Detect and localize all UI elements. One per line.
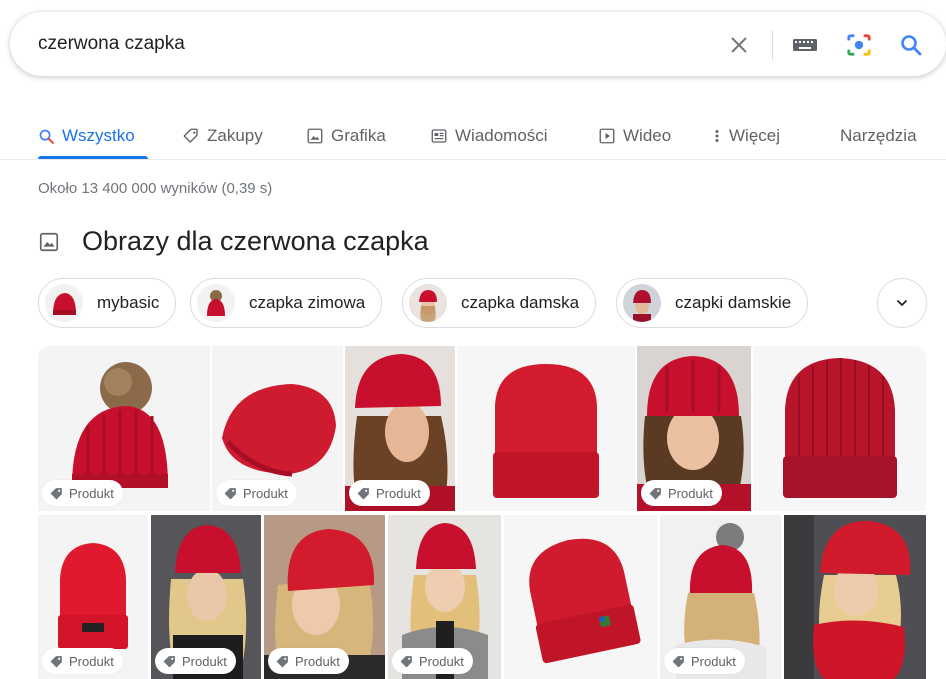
badge-label: Produkt <box>691 653 736 669</box>
image-result[interactable]: Produkt <box>212 346 343 511</box>
image-result[interactable] <box>784 515 926 679</box>
keyboard-icon[interactable] <box>792 32 818 58</box>
tab-label: Grafika <box>331 126 386 145</box>
chip-czapki-damskie[interactable]: czapki damskie <box>616 278 809 328</box>
tab-news[interactable]: Wiadomości <box>430 118 548 154</box>
image-result[interactable]: Produkt <box>38 346 210 511</box>
chip-thumbnail <box>623 284 661 322</box>
search-icon <box>39 129 54 144</box>
badge-label: Produkt <box>69 653 114 669</box>
product-badge: Produkt <box>349 480 430 506</box>
chip-mybasic[interactable]: mybasic <box>38 278 177 328</box>
tab-label: Wszystko <box>62 126 135 145</box>
tag-icon <box>183 128 198 143</box>
tag-icon <box>672 655 684 667</box>
chip-label: mybasic <box>97 293 160 312</box>
images-heading: Obrazy dla czerwona czapka <box>82 226 429 256</box>
tab-label: Wiadomości <box>455 126 548 145</box>
tag-icon <box>276 655 288 667</box>
tag-icon <box>50 487 62 499</box>
product-badge: Produkt <box>392 648 473 674</box>
tab-shopping[interactable]: Zakupy <box>182 118 263 154</box>
tag-icon <box>357 487 369 499</box>
image-result[interactable]: Produkt <box>637 346 751 511</box>
images-section-header[interactable]: Obrazy dla czerwona czapka <box>38 226 429 257</box>
image-result[interactable] <box>753 346 926 511</box>
tools-label: Narzędzia <box>840 126 917 145</box>
chip-thumbnail <box>409 284 447 322</box>
tag-icon <box>163 655 175 667</box>
search-bar[interactable]: czerwona czapka <box>10 12 946 76</box>
chip-label: czapki damskie <box>675 293 792 312</box>
beanie-image <box>457 346 635 511</box>
product-badge: Produkt <box>641 480 722 506</box>
active-tab-indicator <box>38 156 148 159</box>
tag-icon <box>50 655 62 667</box>
ribbed-beanie-image <box>753 346 926 511</box>
product-badge: Produkt <box>268 648 349 674</box>
chip-thumbnail <box>197 284 235 322</box>
news-icon <box>431 129 447 143</box>
tilted-beanie-image <box>504 515 657 679</box>
chip-czapka-damska[interactable]: czapka damska <box>402 278 597 328</box>
image-result[interactable]: Produkt <box>345 346 455 511</box>
search-input[interactable]: czerwona czapka <box>38 33 185 55</box>
image-icon <box>307 128 323 144</box>
image-result[interactable]: Produkt <box>264 515 385 679</box>
badge-label: Produkt <box>69 485 114 501</box>
chip-thumbnail <box>45 284 83 322</box>
badge-label: Produkt <box>182 653 227 669</box>
product-badge: Produkt <box>664 648 745 674</box>
tab-videos[interactable]: Wideo <box>598 118 671 154</box>
chips-expand-button[interactable] <box>877 278 927 328</box>
search-bar-divider <box>772 30 773 60</box>
tab-label: Wideo <box>623 126 672 145</box>
more-vert-icon <box>715 130 719 142</box>
tag-icon <box>649 487 661 499</box>
image-icon <box>39 232 59 251</box>
tab-label: Więcej <box>729 126 781 145</box>
badge-label: Produkt <box>295 653 340 669</box>
product-badge: Produkt <box>155 648 236 674</box>
image-result[interactable] <box>504 515 657 679</box>
tag-icon <box>224 487 236 499</box>
product-badge: Produkt <box>42 648 123 674</box>
tab-more[interactable]: Więcej <box>712 118 780 154</box>
tools-button[interactable]: Narzędzia <box>840 118 917 154</box>
tab-all[interactable]: Wszystko <box>38 118 135 154</box>
image-result[interactable]: Produkt <box>660 515 781 679</box>
chip-label: czapka zimowa <box>249 293 366 312</box>
badge-label: Produkt <box>668 485 713 501</box>
video-icon <box>599 128 615 144</box>
tab-images[interactable]: Grafika <box>306 118 386 154</box>
image-results-grid: Produkt Produkt Produkt Produkt Produkt … <box>38 346 926 679</box>
badge-label: Produkt <box>419 653 464 669</box>
clear-icon[interactable] <box>726 32 752 58</box>
camera-lens-icon[interactable] <box>846 32 872 58</box>
chevron-down-icon <box>897 300 907 306</box>
chip-label: czapka damska <box>461 293 580 312</box>
search-tabs: Wszystko Zakupy Grafika Wiadomości Wideo… <box>0 112 946 160</box>
image-result[interactable]: Produkt <box>38 515 148 679</box>
product-badge: Produkt <box>216 480 297 506</box>
image-result[interactable] <box>457 346 635 511</box>
result-stats: Około 13 400 000 wyników (0,39 s) <box>38 180 273 197</box>
product-badge: Produkt <box>42 480 123 506</box>
tag-icon <box>400 655 412 667</box>
image-result[interactable]: Produkt <box>388 515 501 679</box>
badge-label: Produkt <box>243 485 288 501</box>
image-result[interactable]: Produkt <box>151 515 261 679</box>
badge-label: Produkt <box>376 485 421 501</box>
chip-czapka-zimowa[interactable]: czapka zimowa <box>190 278 383 328</box>
search-icon[interactable] <box>898 32 924 58</box>
tab-label: Zakupy <box>207 126 263 145</box>
woman-scarf-image <box>784 515 926 679</box>
